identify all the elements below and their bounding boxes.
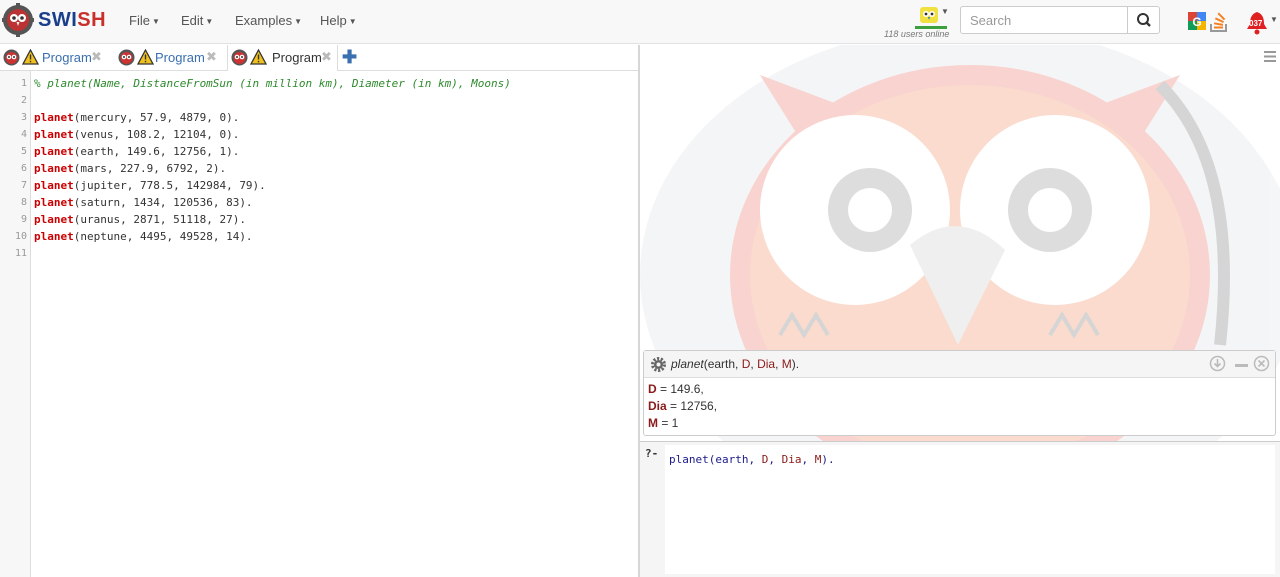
online-users-icon[interactable] bbox=[918, 5, 940, 25]
code-fact: planet(uranus, 2871, 51118, 27). bbox=[34, 213, 246, 226]
caret-down-icon: ▼ bbox=[151, 17, 160, 26]
menu-edit[interactable]: Edit ▼ bbox=[181, 13, 213, 28]
line-number: 8 bbox=[20, 197, 27, 208]
caret-down-icon: ▼ bbox=[205, 17, 214, 26]
query-prompt: ?- bbox=[645, 447, 659, 460]
search-icon bbox=[1137, 13, 1151, 27]
code-fact: planet(mercury, 57.9, 4879, 0). bbox=[34, 111, 240, 124]
line-number: 2 bbox=[20, 95, 27, 106]
caret-down-icon: ▼ bbox=[348, 17, 357, 26]
code-fact: planet(neptune, 4495, 49528, 14). bbox=[34, 230, 253, 243]
binding-row: Dia = 12756, bbox=[648, 399, 718, 413]
line-number: 9 bbox=[20, 214, 27, 225]
code-fact: planet(venus, 108.2, 12104, 0). bbox=[34, 128, 240, 141]
line-number: 1 bbox=[20, 78, 27, 89]
code-comment: % planet(Name, DistanceFromSun (in milli… bbox=[34, 77, 511, 90]
caret-down-icon[interactable]: ▼ bbox=[1270, 15, 1278, 24]
navbar: SWISH File ▼ Edit ▼ Examples ▼ Help ▼ ▼ 118 … bbox=[0, 0, 1280, 44]
binding-row: D = 149.6, bbox=[648, 382, 704, 396]
search-input[interactable] bbox=[960, 6, 1128, 34]
query-area: ?- planet(earth, D, Dia, M). bbox=[640, 441, 1280, 577]
line-number: 3 bbox=[20, 112, 27, 123]
warning-icon bbox=[22, 49, 39, 65]
tab-bar: Program ✖ Program ✖ Program ✖ ✚ bbox=[0, 45, 638, 71]
code-fact: planet(mars, 227.9, 6792, 2). bbox=[34, 162, 227, 175]
notification-badge: 037 bbox=[1249, 19, 1263, 28]
line-number: 6 bbox=[20, 163, 27, 174]
menu-help[interactable]: Help ▼ bbox=[320, 13, 357, 28]
tab-program-2[interactable]: Program ✖ bbox=[115, 45, 225, 70]
svg-text:G: G bbox=[1192, 15, 1201, 29]
gear-icon[interactable] bbox=[650, 356, 667, 373]
online-users-text: 118 users online bbox=[884, 29, 950, 39]
brand-title[interactable]: SWISH bbox=[38, 9, 106, 32]
code-editor[interactable]: 1 % planet(Name, DistanceFromSun (in mill… bbox=[0, 71, 638, 577]
answer-query: planet(earth, D, Dia, M). bbox=[671, 357, 800, 371]
menu-file[interactable]: File ▼ bbox=[129, 13, 160, 28]
google-icon[interactable]: G bbox=[1188, 12, 1206, 30]
owl-icon bbox=[3, 49, 20, 66]
owl-icon bbox=[118, 49, 135, 66]
minimize-icon[interactable] bbox=[1233, 355, 1250, 372]
swish-logo-icon[interactable] bbox=[2, 3, 34, 37]
caret-down-icon[interactable]: ▼ bbox=[941, 7, 949, 16]
code-fact: planet(earth, 149.6, 12756, 1). bbox=[34, 145, 240, 158]
close-icon[interactable] bbox=[1253, 355, 1270, 372]
query-editor[interactable]: planet(earth, D, Dia, M). bbox=[665, 445, 1275, 574]
warning-icon bbox=[137, 49, 154, 65]
code-fact: planet(jupiter, 778.5, 142984, 79). bbox=[34, 179, 266, 192]
query-text: planet(earth, D, Dia, M). bbox=[669, 453, 835, 466]
warning-icon bbox=[250, 49, 267, 65]
close-icon[interactable]: ✖ bbox=[321, 49, 332, 65]
caret-down-icon: ▼ bbox=[294, 17, 302, 26]
line-number: 10 bbox=[14, 231, 27, 242]
owl-icon bbox=[231, 49, 248, 66]
tab-program-1[interactable]: Program ✖ bbox=[0, 45, 110, 70]
program-pane: Program ✖ Program ✖ Program ✖ ✚ 1 % plane… bbox=[0, 45, 638, 577]
search-button[interactable] bbox=[1127, 6, 1160, 34]
answer-header: planet(earth, D, Dia, M). bbox=[644, 351, 1275, 378]
line-number: 7 bbox=[20, 180, 27, 191]
code-fact: planet(saturn, 1434, 120536, 83). bbox=[34, 196, 253, 209]
line-number: 5 bbox=[20, 146, 27, 157]
plus-icon[interactable]: ✚ bbox=[342, 47, 357, 68]
tab-program-3[interactable]: Program ✖ bbox=[227, 45, 338, 71]
answer-panel: planet(earth, D, Dia, M). D = 149.6, Dia… bbox=[643, 350, 1276, 436]
line-number: 4 bbox=[20, 129, 27, 140]
close-icon[interactable]: ✖ bbox=[206, 49, 217, 65]
menu-examples[interactable]: Examples ▼ bbox=[235, 13, 302, 28]
close-icon[interactable]: ✖ bbox=[91, 49, 102, 65]
binding-row: M = 1 bbox=[648, 416, 679, 430]
hamburger-icon[interactable] bbox=[1264, 51, 1276, 62]
line-number: 11 bbox=[14, 248, 27, 259]
download-icon[interactable] bbox=[1209, 355, 1226, 372]
stackoverflow-icon[interactable] bbox=[1209, 10, 1229, 32]
